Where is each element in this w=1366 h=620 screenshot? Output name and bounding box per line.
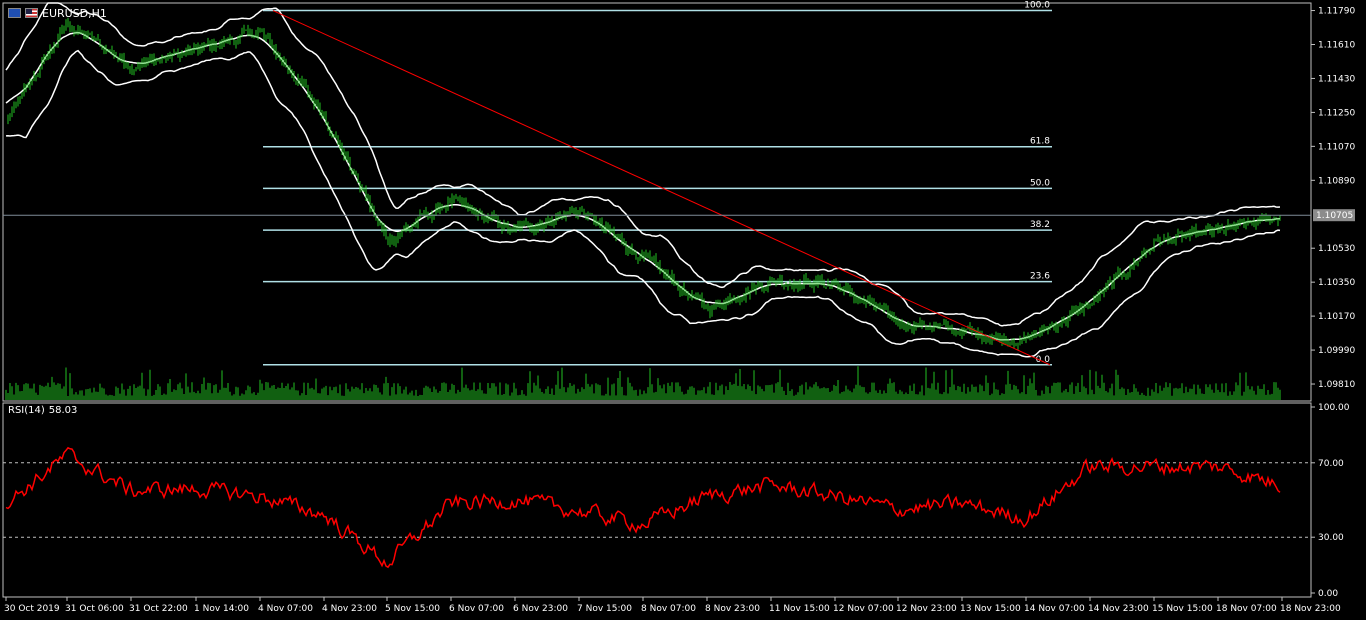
fib-level-label: 50.0 [1030,178,1050,188]
time-tick-label: 12 Nov 07:00 [833,604,894,614]
rsi-panel [3,446,1311,569]
bollinger-middle-band [5,31,1280,341]
time-tick-label: 8 Nov 07:00 [641,604,696,614]
price-tick-label: 1.09990 [1318,346,1355,356]
time-axis: 30 Oct 2019 31 Oct 06:00 31 Oct 22:00 1 Nov… [4,597,1341,614]
current-price-label: 1.10705 [1316,211,1353,221]
price-tick-label: 1.11070 [1318,142,1355,152]
time-tick-label: 15 Nov 15:00 [1152,604,1213,614]
time-tick-label: 31 Oct 22:00 [129,604,188,614]
time-tick-label: 8 Nov 23:00 [705,604,760,614]
price-tick-label: 1.10890 [1318,176,1355,186]
price-tick-label: 1.09810 [1318,380,1355,390]
rsi-tick-label: 30.00 [1318,533,1344,543]
trendline[interactable] [272,10,1051,366]
price-candles [7,17,1281,351]
rsi-chart-frame [2,402,1312,598]
price-tick-label: 1.11790 [1318,7,1355,17]
price-tick-label: 1.10170 [1318,312,1355,322]
rsi-axis: 100.00 70.00 30.00 0.00 [1311,403,1350,599]
fib-level-label: 61.8 [1030,137,1050,147]
time-tick-label: 14 Nov 23:00 [1088,604,1149,614]
fib-trendline [272,10,1051,366]
time-tick-label: 4 Nov 23:00 [322,604,377,614]
time-tick-label: 31 Oct 06:00 [65,604,124,614]
rsi-tick-label: 0.00 [1318,589,1338,599]
chart-frames [2,2,1312,598]
time-tick-label: 6 Nov 07:00 [449,604,504,614]
fib-level-label: 100.0 [1024,1,1050,11]
price-axis: 1.11790 1.11610 1.11430 1.11250 1.11070 1.108… [3,7,1355,390]
time-tick-label: 12 Nov 23:00 [896,604,957,614]
time-tick-label: 6 Nov 23:00 [513,604,568,614]
rsi-tick-label: 100.00 [1318,403,1350,413]
time-tick-label: 1 Nov 14:00 [194,604,249,614]
time-tick-label: 11 Nov 15:00 [769,604,830,614]
time-tick-label: 7 Nov 15:00 [577,604,632,614]
price-tick-label: 1.10530 [1318,244,1355,254]
rsi-tick-label: 70.00 [1318,459,1344,469]
bollinger-bands [5,2,1281,358]
fib-level-label: 23.6 [1030,272,1050,282]
time-tick-label: 5 Nov 15:00 [385,604,440,614]
volume-histogram [5,366,1281,400]
bollinger-upper-band [5,2,1281,327]
time-tick-label: 18 Nov 07:00 [1216,604,1277,614]
price-tick-label: 1.11250 [1318,108,1355,118]
time-tick-label: 30 Oct 2019 [4,604,60,614]
price-tick-label: 1.11430 [1318,74,1355,84]
time-tick-label: 4 Nov 07:00 [258,604,313,614]
bollinger-lower-band [5,49,1281,358]
price-tick-label: 1.10350 [1318,278,1355,288]
trading-chart-window: EURUSD,H1 RSI(14) 58.03 100.0 61.8 50.0 38.2… [0,0,1366,620]
price-tick-label: 1.11610 [1318,40,1355,50]
time-tick-label: 18 Nov 23:00 [1280,604,1341,614]
price-chart-canvas[interactable]: 100.061.850.038.223.60.0 1.117901.116101… [0,0,1366,620]
time-tick-label: 14 Nov 07:00 [1024,604,1085,614]
fib-level-label: 38.2 [1030,220,1050,230]
time-tick-label: 13 Nov 15:00 [960,604,1021,614]
rsi-line [5,446,1281,569]
fibonacci-retracement[interactable]: 100.061.850.038.223.60.0 [263,1,1052,366]
